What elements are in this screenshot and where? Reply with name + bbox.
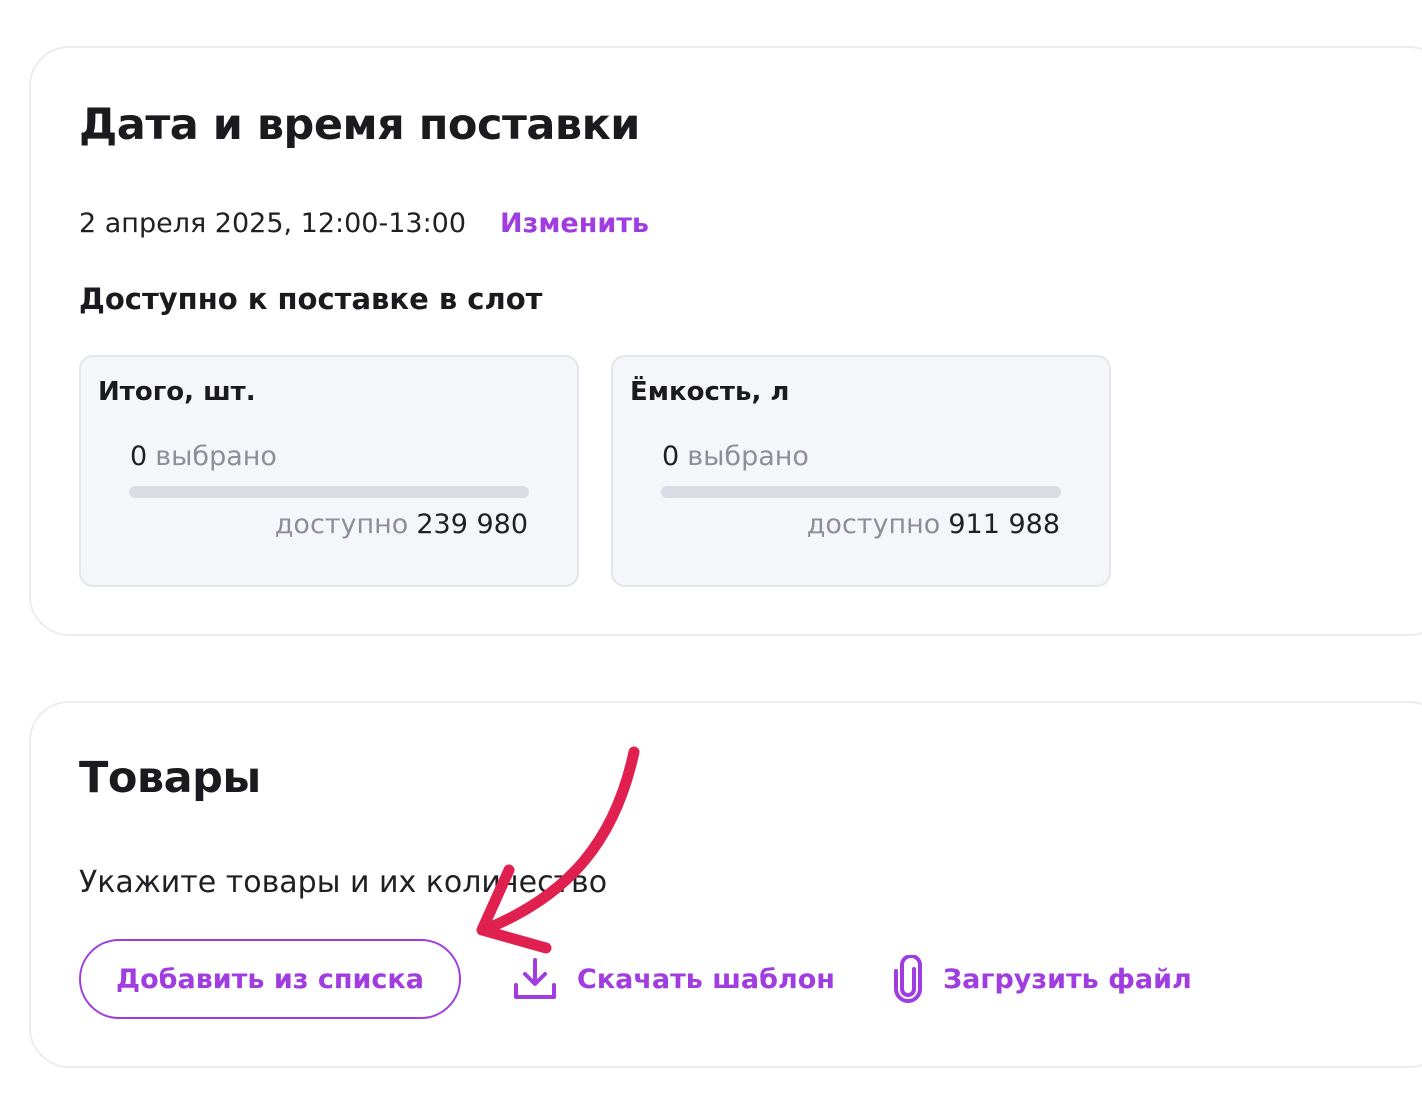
download-icon <box>511 955 559 1003</box>
stat-selected-text: выбрано <box>155 441 277 472</box>
stat-progress-bar <box>129 486 529 498</box>
available-heading: Доступно к поставке в слот <box>79 282 543 316</box>
stat-available: доступно 239 980 <box>275 509 528 540</box>
stat-progress-bar <box>661 486 1061 498</box>
stat-label: Итого, шт. <box>98 377 256 407</box>
stat-selected: 0 выбрано <box>662 441 809 472</box>
stat-selected-value: 0 <box>130 441 148 472</box>
goods-hint: Укажите товары и их количество <box>79 865 608 900</box>
stat-available: доступно 911 988 <box>807 509 1060 540</box>
goods-title: Товары <box>79 753 261 803</box>
goods-actions: Добавить из списка Скачать шаблон Загруз… <box>79 939 1192 1019</box>
change-date-link[interactable]: Изменить <box>500 208 649 239</box>
goods-card: Товары Укажите товары и их количество До… <box>29 701 1422 1068</box>
delivery-card: Дата и время поставки 2 апреля 2025, 12:… <box>29 46 1422 636</box>
add-from-list-button[interactable]: Добавить из списка <box>79 939 461 1019</box>
stat-label: Ёмкость, л <box>630 377 790 407</box>
delivery-title: Дата и время поставки <box>79 100 640 150</box>
stat-box-capacity: Ёмкость, л 0 выбрано доступно 911 988 <box>611 355 1111 587</box>
stat-selected-value: 0 <box>662 441 680 472</box>
paperclip-icon <box>891 955 925 1003</box>
stat-available-value: 239 980 <box>416 509 528 540</box>
stat-box-total: Итого, шт. 0 выбрано доступно 239 980 <box>79 355 579 587</box>
download-template-link[interactable]: Скачать шаблон <box>511 955 835 1003</box>
delivery-date-row: 2 апреля 2025, 12:00-13:00 Изменить <box>79 208 649 239</box>
stat-available-text: доступно <box>806 509 941 540</box>
stat-selected: 0 выбрано <box>130 441 277 472</box>
stat-available-value: 911 988 <box>948 509 1060 540</box>
stat-selected-text: выбрано <box>687 441 809 472</box>
delivery-date: 2 апреля 2025, 12:00-13:00 <box>79 208 467 239</box>
upload-file-label: Загрузить файл <box>942 963 1192 995</box>
download-template-label: Скачать шаблон <box>577 963 835 995</box>
stat-available-text: доступно <box>274 509 409 540</box>
upload-file-link[interactable]: Загрузить файл <box>891 955 1192 1003</box>
